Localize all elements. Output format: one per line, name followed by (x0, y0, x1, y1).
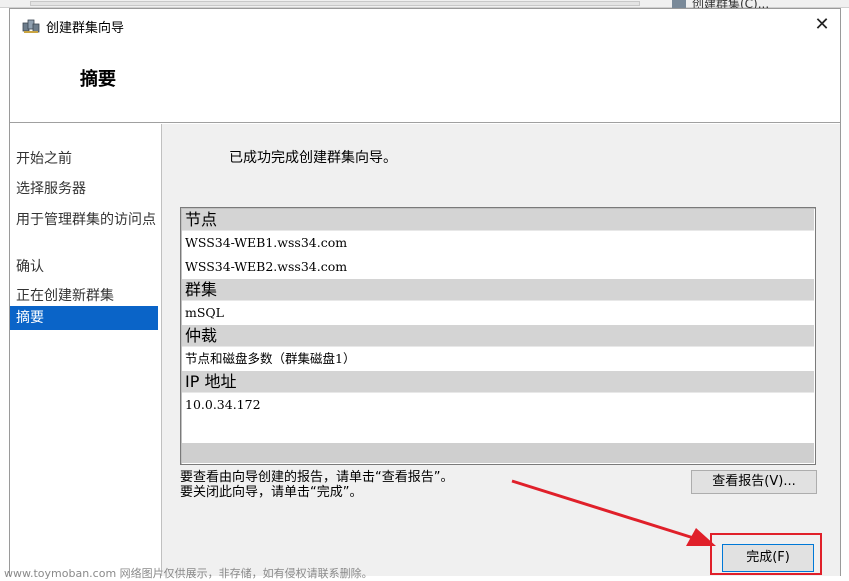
report-row: WSS34-WEB2.wss34.com (182, 255, 814, 279)
nav-item-select-servers[interactable]: 选择服务器 (10, 182, 158, 197)
nav-item-summary[interactable]: 摘要 (10, 306, 158, 330)
page-title: 摘要 (80, 69, 116, 90)
success-message: 已成功完成创建群集向导。 (229, 150, 397, 166)
report-row: WSS34-WEB1.wss34.com (182, 231, 814, 255)
nav-item-creating-cluster[interactable]: 正在创建新群集 (10, 289, 158, 304)
view-report-button[interactable]: 查看报告(V)... (691, 470, 817, 494)
summary-content: 已成功完成创建群集向导。 节点 WSS34-WEB1.wss34.com WSS… (161, 124, 840, 576)
create-cluster-wizard: 创建群集向导 ✕ 摘要 开始之前 选择服务器 用于管理群集的访问点 确认 正在创… (9, 8, 841, 576)
report-section-heading: 仲裁 (182, 325, 814, 347)
wizard-steps-nav: 开始之前 选择服务器 用于管理群集的访问点 确认 正在创建新群集 摘要 (10, 124, 161, 576)
nav-item-before-you-begin[interactable]: 开始之前 (10, 152, 158, 167)
finish-button[interactable]: 完成(F) (722, 544, 814, 572)
horizontal-scrollbar[interactable] (182, 443, 814, 463)
window-title: 创建群集向导 (46, 21, 125, 36)
hint-finish: 要关闭此向导，请单击“完成”。 (180, 485, 363, 500)
report-section-heading: 群集 (182, 279, 814, 301)
report-table: 节点 WSS34-WEB1.wss34.com WSS34-WEB2.wss34… (182, 209, 814, 417)
hint-view-report: 要查看由向导创建的报告，请单击“查看报告”。 (180, 470, 454, 485)
nav-item-access-point[interactable]: 用于管理群集的访问点 (10, 213, 156, 228)
instructions: 要查看由向导创建的报告，请单击“查看报告”。 要关闭此向导，请单击“完成”。 (180, 470, 453, 500)
nav-item-confirmation[interactable]: 确认 (10, 260, 158, 275)
report-section-heading: 节点 (182, 209, 814, 231)
background-address-bar (30, 1, 640, 6)
report-section-heading: IP 地址 (182, 371, 814, 393)
watermark: www.toymoban.com 网络图片仅供展示，非存储，如有侵权请联系删除。 (4, 567, 373, 580)
title-bar: 创建群集向导 ✕ (10, 9, 840, 41)
close-button[interactable]: ✕ (812, 15, 832, 35)
cluster-icon (22, 19, 40, 33)
report-row: 10.0.34.172 (182, 393, 814, 417)
wizard-header: 摘要 (10, 41, 840, 123)
report-row: 节点和磁盘多数（群集磁盘1） (182, 347, 814, 371)
report-row: mSQL (182, 301, 814, 325)
report-view[interactable]: 节点 WSS34-WEB1.wss34.com WSS34-WEB2.wss34… (180, 207, 816, 465)
